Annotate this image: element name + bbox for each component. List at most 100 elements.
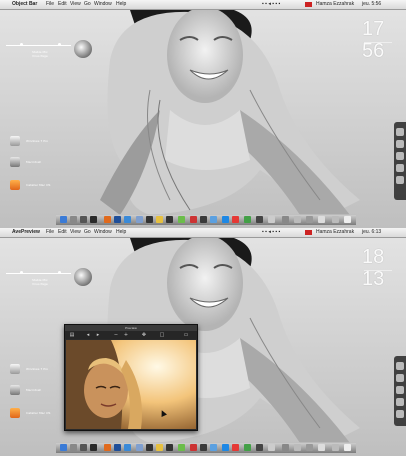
menu-view[interactable]: View (70, 228, 81, 237)
app-icon[interactable] (178, 216, 185, 223)
windows-disk-icon[interactable] (10, 364, 20, 374)
app-icon[interactable] (156, 444, 163, 451)
app-icon[interactable] (332, 444, 339, 451)
app-icon[interactable] (178, 444, 185, 451)
finder-icon[interactable] (60, 216, 67, 223)
hard-drive-icon[interactable] (10, 385, 20, 395)
menu-window[interactable]: Window (94, 228, 112, 237)
app-icon[interactable] (222, 216, 229, 223)
trash-icon[interactable] (344, 444, 351, 451)
clock-status[interactable]: jeu. 5:56 (362, 0, 381, 9)
app-icon[interactable] (256, 216, 263, 223)
app-icon[interactable] (318, 216, 325, 223)
user-name[interactable]: Hamza Ezzahrak (316, 228, 354, 237)
hard-drive-icon[interactable] (10, 157, 20, 167)
app-name[interactable]: Object Bar (12, 0, 37, 9)
menu-view[interactable]: View (70, 0, 81, 9)
flag-icon[interactable] (305, 230, 312, 235)
app-icon[interactable] (306, 444, 313, 451)
tools-icon[interactable] (282, 444, 289, 451)
dashboard-icon[interactable] (70, 216, 77, 223)
side-dock-icon[interactable] (396, 176, 404, 184)
app-icon[interactable] (244, 216, 251, 223)
menu-edit[interactable]: Edit (58, 228, 67, 237)
dashboard-icon[interactable] (70, 444, 77, 451)
slider-dot[interactable] (20, 271, 23, 274)
mail-icon[interactable] (114, 444, 121, 451)
app-icon[interactable] (190, 444, 197, 451)
safari-icon[interactable] (124, 444, 131, 451)
app-icon[interactable] (146, 444, 153, 451)
app-icon[interactable] (332, 216, 339, 223)
app-icon[interactable] (136, 216, 143, 223)
sidebar-icon[interactable]: ▤ (69, 332, 75, 338)
app-icon[interactable] (136, 444, 143, 451)
itunes-widget-sphere[interactable] (74, 40, 92, 58)
app-icon[interactable] (256, 444, 263, 451)
side-dock-icon[interactable] (396, 386, 404, 394)
app-icon[interactable] (200, 216, 207, 223)
zoom-out-icon[interactable]: − (113, 332, 119, 338)
menu-file[interactable]: File (46, 0, 54, 9)
safari-icon[interactable] (124, 216, 131, 223)
side-dock-icon[interactable] (396, 374, 404, 382)
installer-icon[interactable] (10, 408, 20, 418)
terminal-icon[interactable] (90, 216, 97, 223)
app-icon[interactable] (210, 216, 217, 223)
windows-disk-icon[interactable] (10, 136, 20, 146)
side-dock-icon[interactable] (396, 410, 404, 418)
itunes-widget-sphere[interactable] (74, 268, 92, 286)
preview-window[interactable]: Preview ▤ ◂ ▸ − + ✥ □ ▭ (64, 324, 198, 431)
move-icon[interactable]: ✥ (141, 332, 147, 338)
menu-help[interactable]: Help (116, 0, 126, 9)
app-icon[interactable] (268, 444, 275, 451)
menu-window[interactable]: Window (94, 0, 112, 9)
app-icon[interactable] (210, 444, 217, 451)
side-dock-icon[interactable] (396, 152, 404, 160)
menu-go[interactable]: Go (84, 0, 91, 9)
app-icon[interactable] (200, 444, 207, 451)
user-name[interactable]: Hamza Ezzahrak (316, 0, 354, 9)
installer-icon[interactable] (10, 180, 20, 190)
terminal-icon[interactable] (90, 444, 97, 451)
clock-status[interactable]: jeu. 6:13 (362, 228, 381, 237)
app-icon[interactable] (244, 444, 251, 451)
mail-icon[interactable] (114, 216, 121, 223)
share-icon[interactable]: ▭ (183, 332, 189, 338)
menu-help[interactable]: Help (116, 228, 126, 237)
app-icon[interactable] (166, 216, 173, 223)
app-icon[interactable] (190, 216, 197, 223)
app-icon[interactable] (294, 444, 301, 451)
app-icon[interactable] (294, 216, 301, 223)
app-icon[interactable] (268, 216, 275, 223)
app-icon[interactable] (146, 216, 153, 223)
menu-go[interactable]: Go (84, 228, 91, 237)
firefox-icon[interactable] (104, 444, 111, 451)
previous-icon[interactable]: ◂ (85, 332, 91, 338)
tools-icon[interactable] (282, 216, 289, 223)
finder-icon[interactable] (60, 444, 67, 451)
zoom-in-icon[interactable]: + (123, 332, 129, 338)
flag-icon[interactable] (305, 2, 312, 7)
menu-edit[interactable]: Edit (58, 0, 67, 9)
app-icon[interactable] (318, 444, 325, 451)
firefox-icon[interactable] (104, 216, 111, 223)
next-icon[interactable]: ▸ (95, 332, 101, 338)
select-icon[interactable]: □ (159, 332, 165, 338)
system-icon[interactable] (80, 216, 87, 223)
app-icon[interactable] (232, 444, 239, 451)
app-icon[interactable] (166, 444, 173, 451)
side-dock-icon[interactable] (396, 362, 404, 370)
side-dock-icon[interactable] (396, 140, 404, 148)
status-icons[interactable]: ▪ ▪ ◂ ▪ ▪ ▪ (262, 228, 280, 237)
status-icons[interactable]: ▪ ▪ ◂ ▪ ▪ ▪ (262, 0, 280, 9)
slider-dot[interactable] (58, 271, 61, 274)
app-name[interactable]: AvePreview (12, 228, 40, 237)
app-icon[interactable] (232, 216, 239, 223)
app-icon[interactable] (156, 216, 163, 223)
app-icon[interactable] (306, 216, 313, 223)
trash-icon[interactable] (344, 216, 351, 223)
side-dock-icon[interactable] (396, 128, 404, 136)
slider-dot[interactable] (58, 43, 61, 46)
menu-file[interactable]: File (46, 228, 54, 237)
